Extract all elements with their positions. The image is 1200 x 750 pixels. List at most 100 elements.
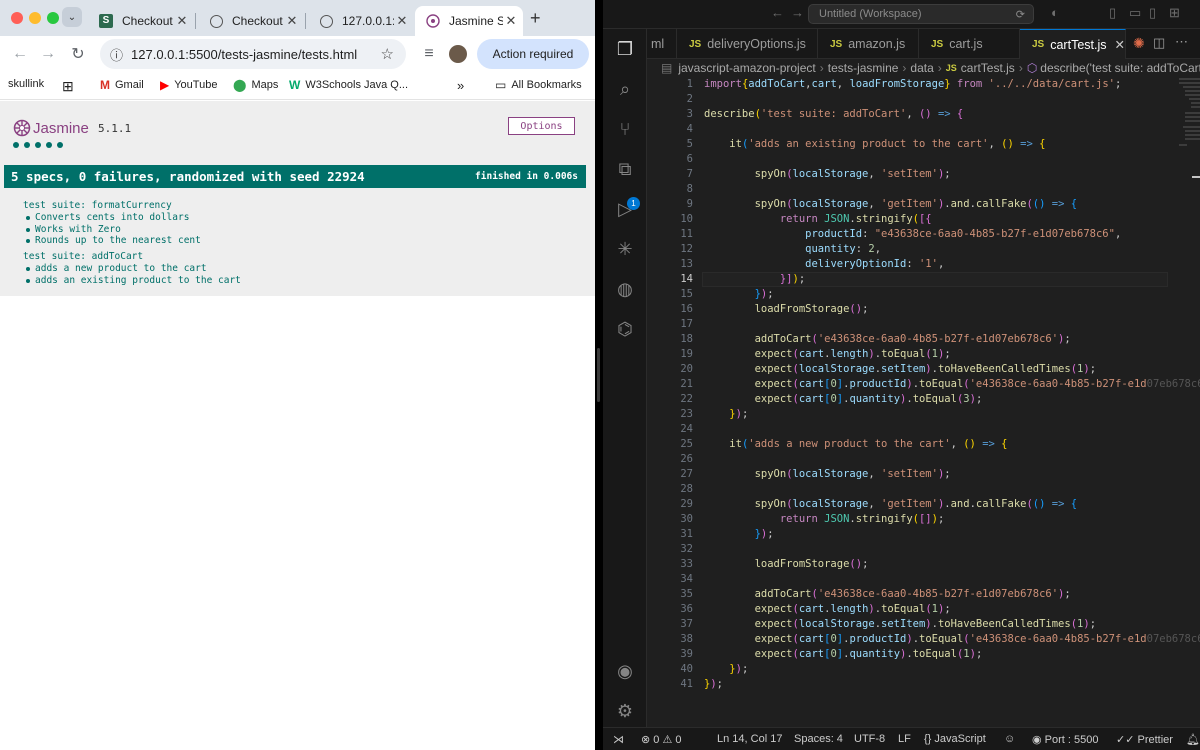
media-icon[interactable]: ≡ bbox=[417, 42, 441, 66]
code-line[interactable]: expect(cart[0].productId).toEqual('e4363… bbox=[704, 377, 1200, 392]
tab-checkout-2[interactable]: Checkout ✕ bbox=[198, 6, 304, 36]
code-line[interactable]: }]); bbox=[704, 272, 805, 287]
minimize-window-button[interactable] bbox=[29, 12, 41, 24]
code-line[interactable]: deliveryOptionId: '1', bbox=[704, 257, 944, 272]
source-control-icon[interactable]: ⑂ bbox=[613, 117, 637, 141]
settings-gear-icon[interactable]: ⚙ bbox=[613, 699, 637, 723]
remote-icon[interactable]: ⋊ bbox=[613, 733, 624, 746]
code-line[interactable]: return JSON.stringify([{ bbox=[704, 212, 932, 227]
close-window-button[interactable] bbox=[11, 12, 23, 24]
code-line[interactable]: spyOn(localStorage, 'setItem'); bbox=[704, 467, 951, 482]
breadcrumb-item[interactable]: cartTest.js bbox=[961, 61, 1015, 75]
search-icon[interactable]: ⌕ bbox=[613, 77, 637, 101]
code-line[interactable]: expect(cart[0].productId).toEqual('e4363… bbox=[704, 632, 1200, 647]
code-line[interactable]: expect(localStorage.setItem).toHaveBeenC… bbox=[704, 362, 1096, 377]
code-line[interactable]: productId: "e43638ce-6aa0-4b85-b27f-e1d0… bbox=[704, 227, 1121, 242]
run-debug-icon[interactable]: ▷ bbox=[613, 197, 637, 221]
nav-forward-icon[interactable]: → bbox=[791, 5, 804, 20]
copilot-status-icon[interactable]: ☺ bbox=[1004, 733, 1015, 745]
suite-title[interactable]: test suite: formatCurrency bbox=[23, 200, 241, 212]
action-required-button[interactable]: Action required bbox=[477, 39, 589, 69]
code-line[interactable]: spyOn(localStorage, 'getItem').and.callF… bbox=[704, 197, 1078, 212]
prettier-status[interactable]: ✓✓ Prettier bbox=[1116, 733, 1173, 746]
bookmarks-overflow-icon[interactable]: » bbox=[457, 78, 464, 93]
forward-icon[interactable]: → bbox=[36, 42, 60, 66]
breadcrumb-item[interactable]: javascript-amazon-project bbox=[678, 61, 815, 75]
code-editor[interactable]: 1 2 3 4 5 6 7 8 9 10 11 12 13 14 15 16 17 18 19 20 21 22 23 24 2… bbox=[647, 77, 1200, 727]
code-line[interactable]: }); bbox=[704, 662, 748, 677]
avatar[interactable] bbox=[449, 45, 467, 63]
toggle-secondary-sidebar-icon[interactable]: ▯ bbox=[1149, 5, 1156, 21]
suite-title[interactable]: test suite: addToCart bbox=[23, 251, 241, 263]
code-line[interactable]: spyOn(localStorage, 'setItem'); bbox=[704, 167, 951, 182]
bookmark-gmail[interactable]: M Gmail bbox=[100, 78, 144, 92]
encoding[interactable]: UTF-8 bbox=[854, 733, 885, 745]
python-icon[interactable]: ⌬ bbox=[613, 317, 637, 341]
copilot-icon[interactable]: ◐ bbox=[1051, 5, 1059, 20]
extensions-icon[interactable]: ⧉ bbox=[613, 157, 637, 181]
problems-indicator[interactable]: ⊗ 0 ⚠ 0 bbox=[641, 733, 682, 746]
tab-carttest[interactable]: JS cartTest.js ✕ bbox=[1020, 29, 1126, 59]
new-tab-button[interactable]: + bbox=[530, 8, 541, 29]
tab-cart[interactable]: JS cart.js bbox=[919, 29, 1020, 59]
close-tab-icon[interactable]: ✕ bbox=[1115, 37, 1125, 52]
code-line[interactable]: spyOn(localStorage, 'getItem').and.callF… bbox=[704, 497, 1078, 512]
address-bar[interactable]: ⓘ 127.0.0.1:5500/tests-jasmine/tests.htm… bbox=[100, 39, 406, 69]
code-line[interactable]: return JSON.stringify([]); bbox=[704, 512, 944, 527]
tab-html[interactable]: ml bbox=[647, 29, 677, 59]
code-line[interactable]: loadFromStorage(); bbox=[704, 557, 869, 572]
code-line[interactable]: expect(cart.length).toEqual(1); bbox=[704, 602, 951, 617]
spec-item[interactable]: Works with Zero bbox=[23, 224, 241, 236]
scrollbar-marker[interactable] bbox=[1192, 176, 1200, 178]
bookmark-youtube[interactable]: ▶ YouTube bbox=[160, 78, 217, 92]
toggle-panel-icon[interactable]: ▭ bbox=[1129, 5, 1141, 21]
code-line[interactable]: }); bbox=[704, 677, 723, 692]
bookmark-star-icon[interactable]: ☆ bbox=[381, 45, 394, 63]
split-editor-icon[interactable]: ◫ bbox=[1153, 35, 1165, 51]
tab-amazon[interactable]: JS amazon.js bbox=[818, 29, 919, 59]
code-line[interactable]: quantity: 2, bbox=[704, 242, 881, 257]
code-line[interactable]: }); bbox=[704, 527, 774, 542]
close-tab-icon[interactable]: ✕ bbox=[284, 13, 300, 29]
tab-checkout-1[interactable]: S Checkout ✕ bbox=[88, 6, 194, 36]
minimap[interactable] bbox=[1177, 77, 1200, 147]
tab-localhost[interactable]: 127.0.0.1:5 ✕ bbox=[308, 6, 414, 36]
account-icon[interactable]: ◉ bbox=[613, 659, 637, 683]
sync-icon[interactable]: ⟳ bbox=[1016, 8, 1025, 21]
live-server-status[interactable]: ◉ Port : 5500 bbox=[1032, 733, 1099, 746]
notifications-icon[interactable]: 🔔︎ bbox=[1186, 733, 1200, 746]
explorer-icon[interactable]: ❐ bbox=[613, 37, 637, 61]
bookmark-w3schools[interactable]: W W3Schools Java Q... bbox=[289, 78, 408, 92]
site-info-icon[interactable]: ⓘ bbox=[110, 45, 123, 64]
spec-item[interactable]: Rounds up to the nearest cent bbox=[23, 235, 241, 247]
all-bookmarks[interactable]: ▭ All Bookmarks bbox=[495, 78, 582, 92]
code-line[interactable]: expect(localStorage.setItem).toHaveBeenC… bbox=[704, 617, 1096, 632]
command-center[interactable]: Untitled (Workspace) ⟳ bbox=[808, 4, 1034, 24]
bookmark-maps[interactable]: ⬤ Maps bbox=[233, 78, 278, 92]
code-line[interactable]: loadFromStorage(); bbox=[704, 302, 869, 317]
reload-icon[interactable]: ↻ bbox=[66, 42, 90, 66]
github-icon[interactable]: ◍ bbox=[613, 277, 637, 301]
back-icon[interactable]: ← bbox=[8, 42, 32, 66]
line-ending[interactable]: LF bbox=[898, 733, 911, 745]
tab-search-icon[interactable]: ⌄ bbox=[62, 7, 82, 27]
tab-jasmine[interactable]: Jasmine S ✕ bbox=[415, 6, 523, 36]
bookmark-skullink[interactable]: skullink bbox=[8, 78, 44, 90]
code-line[interactable]: expect(cart.length).toEqual(1); bbox=[704, 347, 951, 362]
breadcrumb-item[interactable]: data bbox=[910, 61, 933, 75]
spec-item[interactable]: adds an existing product to the cart bbox=[23, 275, 241, 287]
code-line[interactable]: it('adds a new product to the cart', () … bbox=[704, 437, 1007, 452]
language-mode[interactable]: {} JavaScript bbox=[924, 733, 986, 745]
code-line[interactable]: it('adds an existing product to the cart… bbox=[704, 137, 1045, 152]
options-button[interactable]: Options bbox=[508, 117, 575, 135]
code-line[interactable]: import{addToCart,cart, loadFromStorage} … bbox=[704, 77, 1121, 92]
spec-item[interactable]: Converts cents into dollars bbox=[23, 212, 241, 224]
apps-grid-icon[interactable]: ⊞ bbox=[62, 78, 74, 95]
split-resize-handle[interactable] bbox=[597, 348, 600, 402]
more-actions-icon[interactable]: ⋯ bbox=[1175, 34, 1188, 50]
code-line[interactable]: expect(cart[0].quantity).toEqual(1); bbox=[704, 647, 983, 662]
code-line[interactable]: addToCart('e43638ce-6aa0-4b85-b27f-e1d07… bbox=[704, 587, 1071, 602]
close-tab-icon[interactable]: ✕ bbox=[174, 13, 190, 29]
spec-item[interactable]: adds a new product to the cart bbox=[23, 263, 241, 275]
code-line[interactable]: describe('test suite: addToCart', () => … bbox=[704, 107, 963, 122]
